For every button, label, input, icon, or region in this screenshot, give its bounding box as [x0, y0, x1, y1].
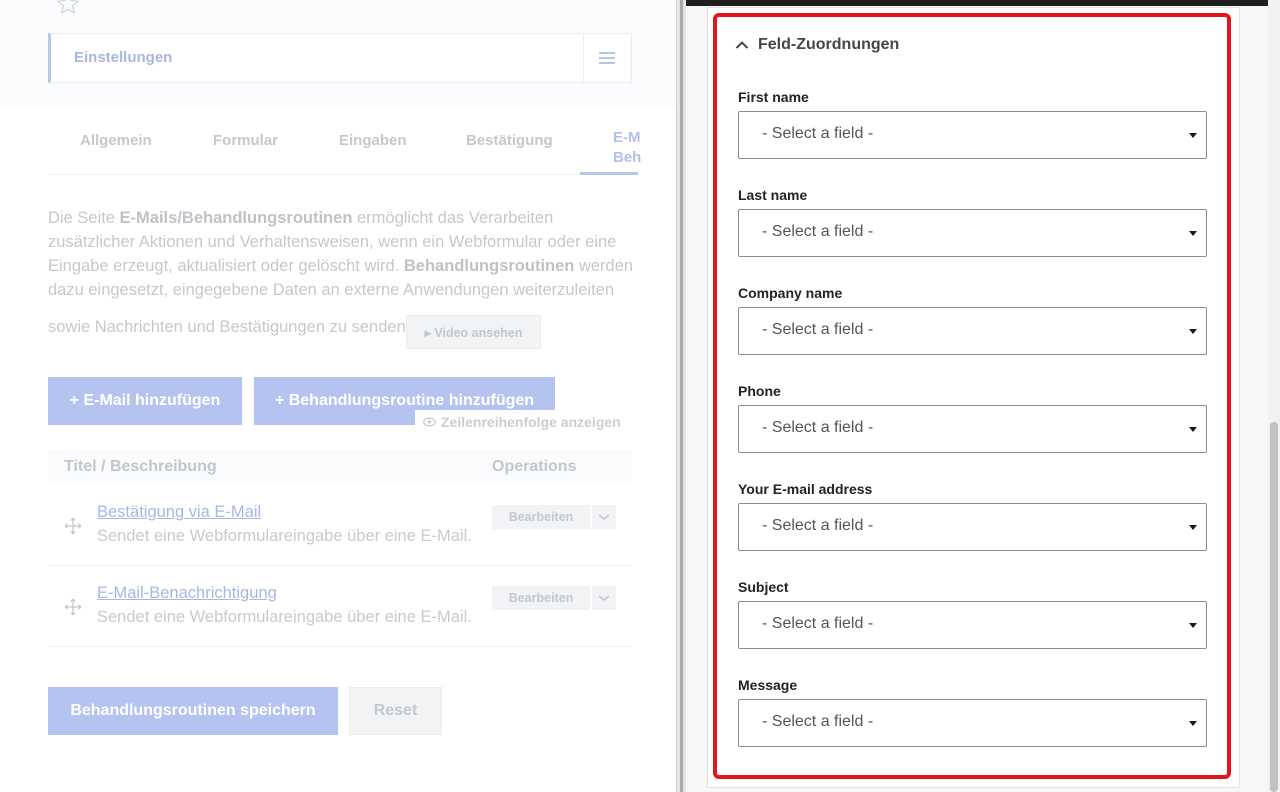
hamburger-menu-icon[interactable] [583, 34, 631, 82]
caret-down-icon [1189, 231, 1197, 236]
tab-allgemein[interactable]: Allgemein [80, 132, 152, 149]
select-first-name[interactable]: - Select a field - [738, 111, 1207, 159]
tab-email-handlers-line2: Beh [613, 149, 642, 166]
operations-dropdown-toggle[interactable] [592, 505, 616, 529]
active-tab-indicator [580, 172, 638, 175]
page-description: Die Seite E-Mails/Behandlungsroutinen er… [48, 206, 638, 302]
caret-down-icon [1189, 427, 1197, 432]
video-button[interactable]: ▸ Video ansehen [406, 315, 541, 349]
tab-email-handlers[interactable]: E-M Beh [613, 128, 641, 168]
select-value: - Select a field - [762, 223, 874, 240]
table-header: Titel / Beschreibung Operations [48, 450, 632, 484]
desc-text: Die Seite [48, 209, 120, 227]
field-label-last-name: Last name [738, 187, 808, 203]
scrollbar-thumb[interactable] [1270, 422, 1278, 792]
select-email[interactable]: - Select a field - [738, 503, 1207, 551]
tab-formular[interactable]: Formular [213, 132, 278, 149]
desc-bold: Behandlungsroutinen [403, 257, 575, 275]
select-value: - Select a field - [762, 713, 874, 730]
chevron-down-icon [598, 595, 610, 602]
section-title: Feld-Zuordnungen [758, 36, 900, 53]
panel-scrollbar[interactable] [1268, 0, 1280, 792]
tab-email-handlers-line1: E-M [613, 129, 641, 146]
star-icon[interactable] [56, 0, 80, 16]
drag-handle-icon[interactable] [64, 598, 82, 616]
edit-button[interactable]: Bearbeiten [492, 505, 590, 529]
handler-description: Sendet eine Webformulareingabe über eine… [97, 608, 472, 626]
handler-description: Sendet eine Webformulareingabe über eine… [97, 527, 472, 545]
webform-handlers-page: Einstellungen Allgemein Formular Eingabe… [0, 0, 676, 792]
eye-icon [423, 417, 436, 427]
drag-handle-icon[interactable] [64, 517, 82, 535]
field-label-message: Message [738, 677, 798, 693]
chevron-down-icon [598, 514, 610, 521]
caret-down-icon [1189, 721, 1197, 726]
select-value: - Select a field - [762, 419, 874, 436]
settings-label[interactable]: Einstellungen [74, 49, 172, 66]
save-handlers-button[interactable]: Behandlungsroutinen speichern [48, 687, 338, 735]
handler-title-link[interactable]: E-Mail-Benachrichtigung [97, 584, 277, 603]
row-order-label: Zeilenreihenfolge anzeigen [441, 414, 621, 430]
select-value: - Select a field - [762, 615, 874, 632]
select-phone[interactable]: - Select a field - [738, 405, 1207, 453]
select-last-name[interactable]: - Select a field - [738, 209, 1207, 257]
screen: Einstellungen Allgemein Formular Eingabe… [0, 0, 1280, 792]
operations-dropdown-toggle[interactable] [592, 586, 616, 610]
caret-down-icon [1189, 623, 1197, 628]
desc-bold: E-Mails/Behandlungsroutinen [119, 209, 353, 227]
reset-button[interactable]: Reset [349, 687, 442, 735]
caret-down-icon [1189, 525, 1197, 530]
tab-bestaetigung[interactable]: Bestätigung [466, 132, 553, 149]
caret-down-icon [1189, 329, 1197, 334]
tab-eingaben[interactable]: Eingaben [339, 132, 407, 149]
field-label-first-name: First name [738, 89, 809, 105]
field-label-email: Your E-mail address [738, 481, 873, 497]
field-label-phone: Phone [738, 383, 781, 399]
select-company-name[interactable]: - Select a field - [738, 307, 1207, 355]
row-order-toggle[interactable]: Zeilenreihenfolge anzeigen [415, 410, 629, 434]
select-value: - Select a field - [762, 517, 874, 534]
col-ops-header: Operations [492, 458, 577, 475]
field-label-subject: Subject [738, 579, 789, 595]
add-email-button[interactable]: + E-Mail hinzufügen [48, 377, 242, 425]
col-title-header: Titel / Beschreibung [64, 458, 217, 475]
field-label-company-name: Company name [738, 285, 843, 301]
caret-down-icon [1189, 133, 1197, 138]
select-value: - Select a field - [762, 321, 874, 338]
table-row: E-Mail-Benachrichtigung Sendet eine Webf… [48, 566, 632, 647]
table-row: Bestätigung via E-Mail Sendet eine Webfo… [48, 485, 632, 566]
tab-bar: Allgemein Formular Eingaben Bestätigung … [48, 124, 641, 175]
dialog-resize-divider[interactable] [676, 0, 686, 792]
settings-bar: Einstellungen [48, 33, 632, 83]
chevron-up-icon [735, 41, 749, 49]
handler-title-link[interactable]: Bestätigung via E-Mail [97, 503, 261, 522]
select-message[interactable]: - Select a field - [738, 699, 1207, 747]
select-value: - Select a field - [762, 125, 874, 142]
field-mapping-toggle[interactable]: Feld-Zuordnungen [734, 33, 899, 57]
desc-text-line2: sowie Nachrichten und Bestätigungen zu s… [48, 318, 411, 336]
edit-button[interactable]: Bearbeiten [492, 586, 590, 610]
select-subject[interactable]: - Select a field - [738, 601, 1207, 649]
